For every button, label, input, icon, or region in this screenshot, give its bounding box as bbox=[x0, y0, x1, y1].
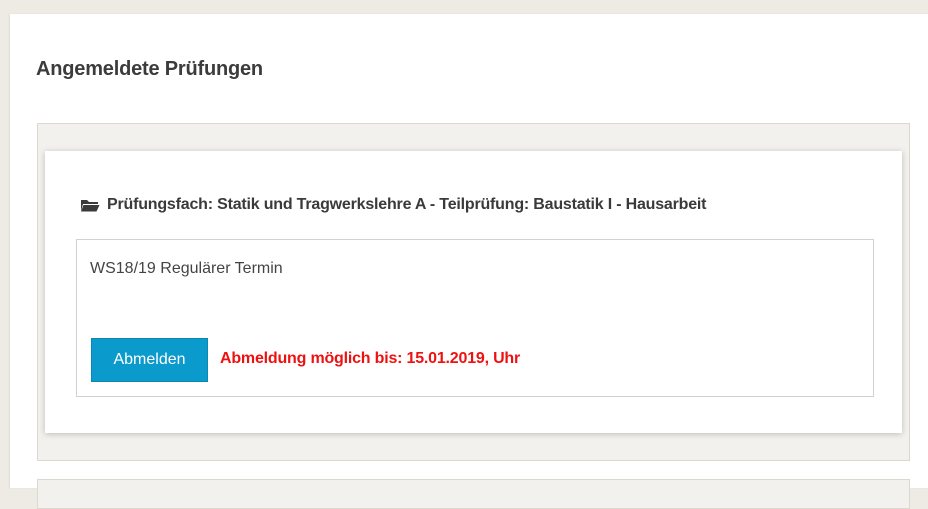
subject-heading-text: Prüfungsfach: Statik und Tragwerkslehre … bbox=[107, 196, 707, 213]
subject-heading: Prüfungsfach: Statik und Tragwerkslehre … bbox=[80, 196, 707, 214]
session-label: WS18/19 Regulärer Termin bbox=[90, 260, 283, 277]
page-title: Angemeldete Prüfungen bbox=[36, 58, 263, 80]
exam-group-panel-next bbox=[37, 479, 910, 509]
folder-open-icon bbox=[81, 200, 100, 212]
deadline-text: Abmeldung möglich bis: 15.01.2019, Uhr bbox=[220, 350, 521, 367]
abmelden-button[interactable]: Abmelden bbox=[91, 338, 208, 382]
